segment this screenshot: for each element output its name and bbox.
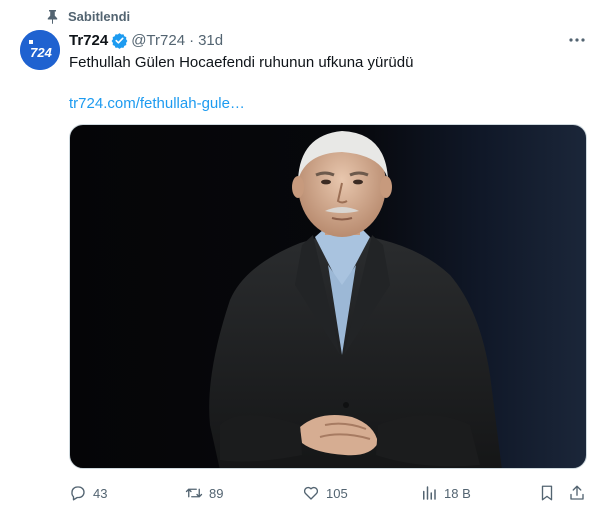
like-button[interactable]: 105 xyxy=(302,480,348,506)
tweet-card[interactable]: Sabitlendi 724 Tr724 @Tr724 · 31d Fethul… xyxy=(0,0,602,513)
share-icon xyxy=(570,485,584,500)
pinned-label: Sabitlendi xyxy=(68,9,131,24)
tr724-logo: 724 xyxy=(20,30,60,70)
tweet-timestamp[interactable]: 31d xyxy=(198,32,223,49)
like-count: 105 xyxy=(326,485,348,501)
svg-text:724: 724 xyxy=(30,45,52,60)
action-bar: 43 89 105 18 B xyxy=(0,480,602,506)
pin-icon xyxy=(47,10,58,24)
pinned-indicator: Sabitlendi xyxy=(46,9,130,24)
separator-dot: · xyxy=(189,31,195,49)
portrait-photo xyxy=(209,131,502,468)
retweet-button[interactable]: 89 xyxy=(185,480,223,506)
tweet-media-image[interactable] xyxy=(69,124,587,469)
verified-badge-icon xyxy=(111,32,128,49)
author-name[interactable]: Tr724 xyxy=(69,32,108,49)
heart-icon xyxy=(303,486,319,500)
views-chart-icon xyxy=(423,486,436,500)
views-button[interactable]: 18 B xyxy=(420,480,471,506)
views-count: 18 B xyxy=(444,485,471,501)
reply-icon xyxy=(71,486,85,501)
avatar[interactable]: 724 xyxy=(20,30,60,70)
tweet-header: Tr724 @Tr724 · 31d xyxy=(69,30,223,50)
retweet-icon xyxy=(185,488,203,498)
more-options-button[interactable] xyxy=(566,30,588,50)
reply-button[interactable]: 43 xyxy=(69,480,107,506)
bookmark-icon xyxy=(541,485,553,501)
author-handle[interactable]: @Tr724 xyxy=(131,32,185,49)
bookmark-button[interactable] xyxy=(538,480,556,506)
more-dots-icon xyxy=(569,38,585,42)
reply-count: 43 xyxy=(93,485,108,501)
tweet-link[interactable]: tr724.com/fethullah-gule… xyxy=(69,94,245,114)
retweet-count: 89 xyxy=(209,485,224,501)
share-button[interactable] xyxy=(568,480,586,506)
tweet-text: Fethullah Gülen Hocaefendi ruhunun ufkun… xyxy=(69,54,414,71)
